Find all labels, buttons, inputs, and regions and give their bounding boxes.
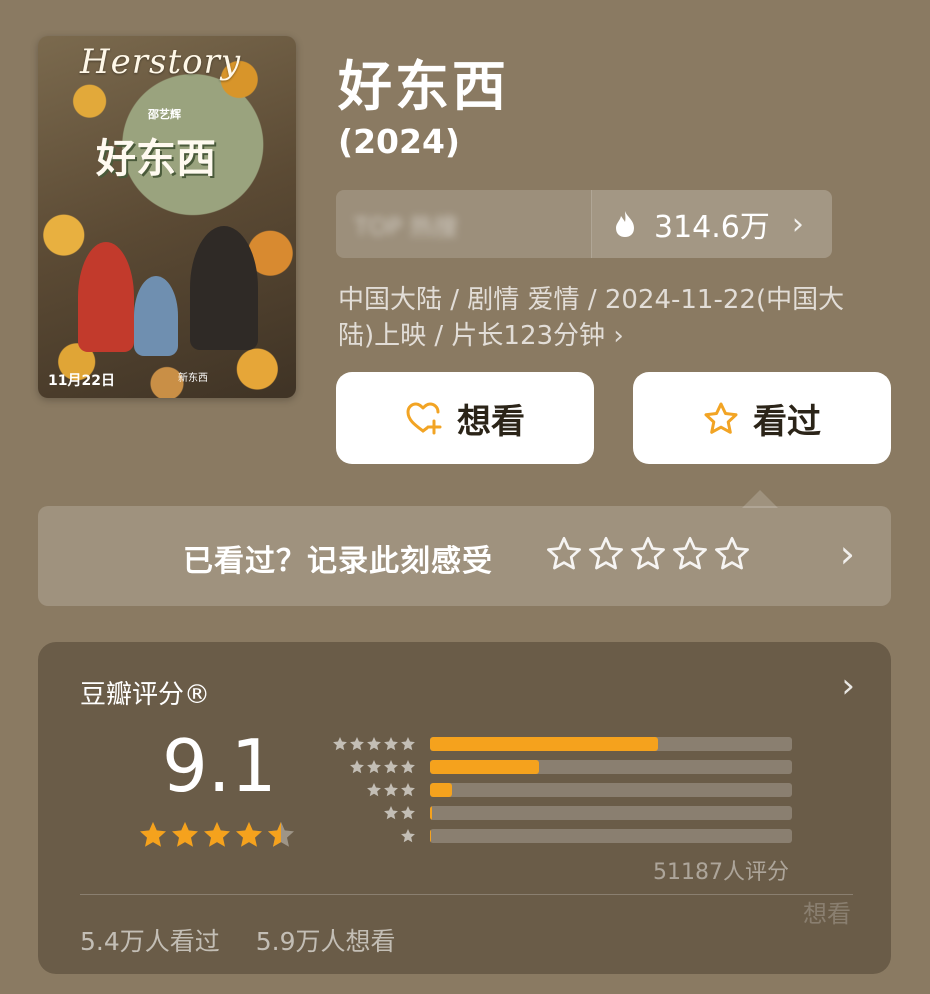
rating-score: 9.1 [162,724,277,808]
star-filled-icon [140,821,166,847]
watermark: 想看 [803,900,851,928]
star-small-icon [350,736,364,750]
heat-ranking-text: TOP 热搜 [354,212,458,241]
distribution-stars [324,759,416,775]
star-small-icon [401,759,415,773]
want-label: 想看 [457,401,525,442]
distribution-stars [324,782,416,798]
distribution-track [430,805,792,820]
divider [80,894,853,895]
distribution-track [430,759,792,774]
rating-header: 豆瓣评分® [80,680,211,710]
distribution-row [324,801,792,824]
poster-figure-left [78,242,134,352]
distribution-track [430,736,792,751]
star-small-icon [401,805,415,819]
poster-chinese-title: 好东西 [96,136,216,182]
seen-label: 看过 [753,401,821,442]
star-small-icon [401,736,415,750]
distribution-bar [430,828,431,843]
chevron-right-icon[interactable]: › [841,666,855,706]
rating-stats: 5.4万人看过 5.9万人想看 [80,922,395,958]
star-outline-icon[interactable] [630,536,666,572]
star-filled-icon [172,821,198,847]
star-small-icon [333,736,347,750]
movie-poster[interactable]: Herstory 邵艺辉 好东西 11月22日 新东西 [38,36,296,398]
heat-value-button[interactable]: 314.6万 › [591,190,832,258]
star-filled-icon [204,821,230,847]
distribution-row [324,755,792,778]
star-half-icon [268,821,294,847]
record-star-rating[interactable] [546,536,750,572]
watched-count[interactable]: 5.4万人看过 [80,927,220,956]
douban-rating-panel[interactable]: 豆瓣评分® › 9.1 51187人评分 想看 5.4万人看过 5.9万人想看 [38,642,891,974]
distribution-stars [324,805,416,821]
star-outline-icon[interactable] [546,536,582,572]
poster-figure-child [134,276,178,356]
movie-page: Herstory 邵艺辉 好东西 11月22日 新东西 好东西 (2024) T… [0,0,930,994]
star-small-icon [384,736,398,750]
record-feeling-label: 已看过？记录此刻感受 [183,544,493,579]
star-small-icon [401,782,415,796]
heat-bar[interactable]: TOP 热搜 314.6万 › [336,190,832,258]
star-small-icon [367,782,381,796]
star-small-icon [367,759,381,773]
distribution-stars [324,736,416,752]
rating-count: 51187人评分 [653,860,789,885]
watched-button[interactable]: 看过 [633,372,891,464]
distribution-bar [430,805,433,820]
distribution-bar [430,736,659,751]
heart-plus-icon [406,402,442,435]
want-count[interactable]: 5.9万人想看 [256,927,396,956]
poster-figure-right [190,226,258,350]
distribution-track [430,828,792,843]
star-small-icon [350,759,364,773]
distribution-row [324,732,792,755]
star-outline-icon[interactable] [672,536,708,572]
distribution-track [430,782,792,797]
movie-meta[interactable]: 中国大陆 / 剧情 爱情 / 2024-11-22(中国大陆)上映 / 片长12… [338,282,878,354]
want-to-watch-button[interactable]: 想看 [336,372,594,464]
poster-english-title: Herstory [80,42,242,82]
star-filled-icon [236,821,262,847]
movie-year: (2024) [338,122,461,161]
poster-director: 邵艺辉 [148,108,181,121]
distribution-bar [430,759,539,774]
star-small-icon [384,759,398,773]
distribution-bar [430,782,452,797]
star-small-icon [384,782,398,796]
rating-distribution [324,732,792,847]
star-outline-icon [704,402,738,434]
distribution-row [324,824,792,847]
flame-icon [616,211,634,237]
distribution-row [324,778,792,801]
record-feeling-bar[interactable]: 已看过？记录此刻感受 › [38,506,891,606]
distribution-stars [324,828,416,844]
heat-ranking[interactable]: TOP 热搜 [336,190,591,258]
star-small-icon [367,736,381,750]
chevron-right-icon: › [839,532,855,576]
rating-stars [138,820,296,850]
movie-title: 好东西 [338,55,509,118]
star-outline-icon[interactable] [588,536,624,572]
star-small-icon [384,805,398,819]
heat-value: 314.6万 [654,210,770,245]
star-small-icon [401,828,415,842]
chevron-right-icon: › [791,206,804,242]
star-outline-icon[interactable] [714,536,750,572]
poster-tagline: 新东西 [178,373,208,384]
poster-date: 11月22日 [48,373,115,389]
